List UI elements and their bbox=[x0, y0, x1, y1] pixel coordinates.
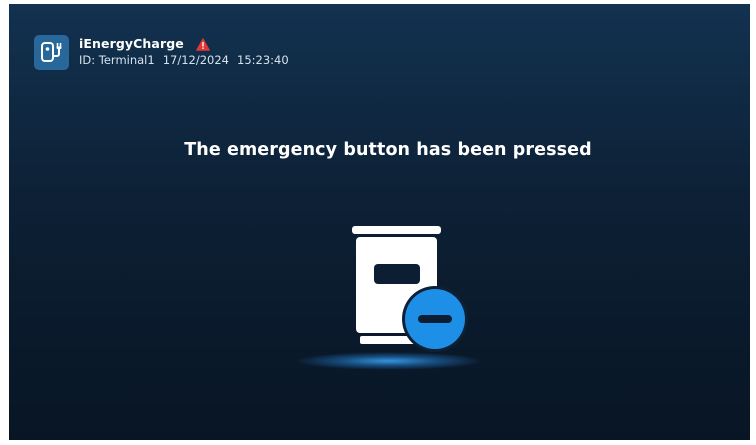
time-text: 15:23:40 bbox=[237, 53, 289, 67]
ev-charger-icon bbox=[34, 34, 69, 70]
terminal-meta: ID: Terminal1 17/12/2024 15:23:40 bbox=[79, 52, 297, 69]
brand-line: iEnergyCharge bbox=[79, 35, 297, 52]
date-text: 17/12/2024 bbox=[162, 53, 229, 67]
header-text: iEnergyCharge ID: Terminal1 17/12/2024 1… bbox=[79, 35, 297, 69]
header: iEnergyCharge ID: Terminal1 17/12/2024 1… bbox=[34, 32, 297, 72]
brand-name: iEnergyCharge bbox=[79, 36, 184, 51]
emergency-screen: iEnergyCharge ID: Terminal1 17/12/2024 1… bbox=[9, 4, 750, 440]
terminal-id: ID: Terminal1 bbox=[79, 53, 155, 67]
emergency-message: The emergency button has been pressed bbox=[184, 140, 592, 160]
warning-triangle-icon bbox=[195, 37, 210, 51]
charger-stopped-icon bbox=[294, 224, 484, 374]
